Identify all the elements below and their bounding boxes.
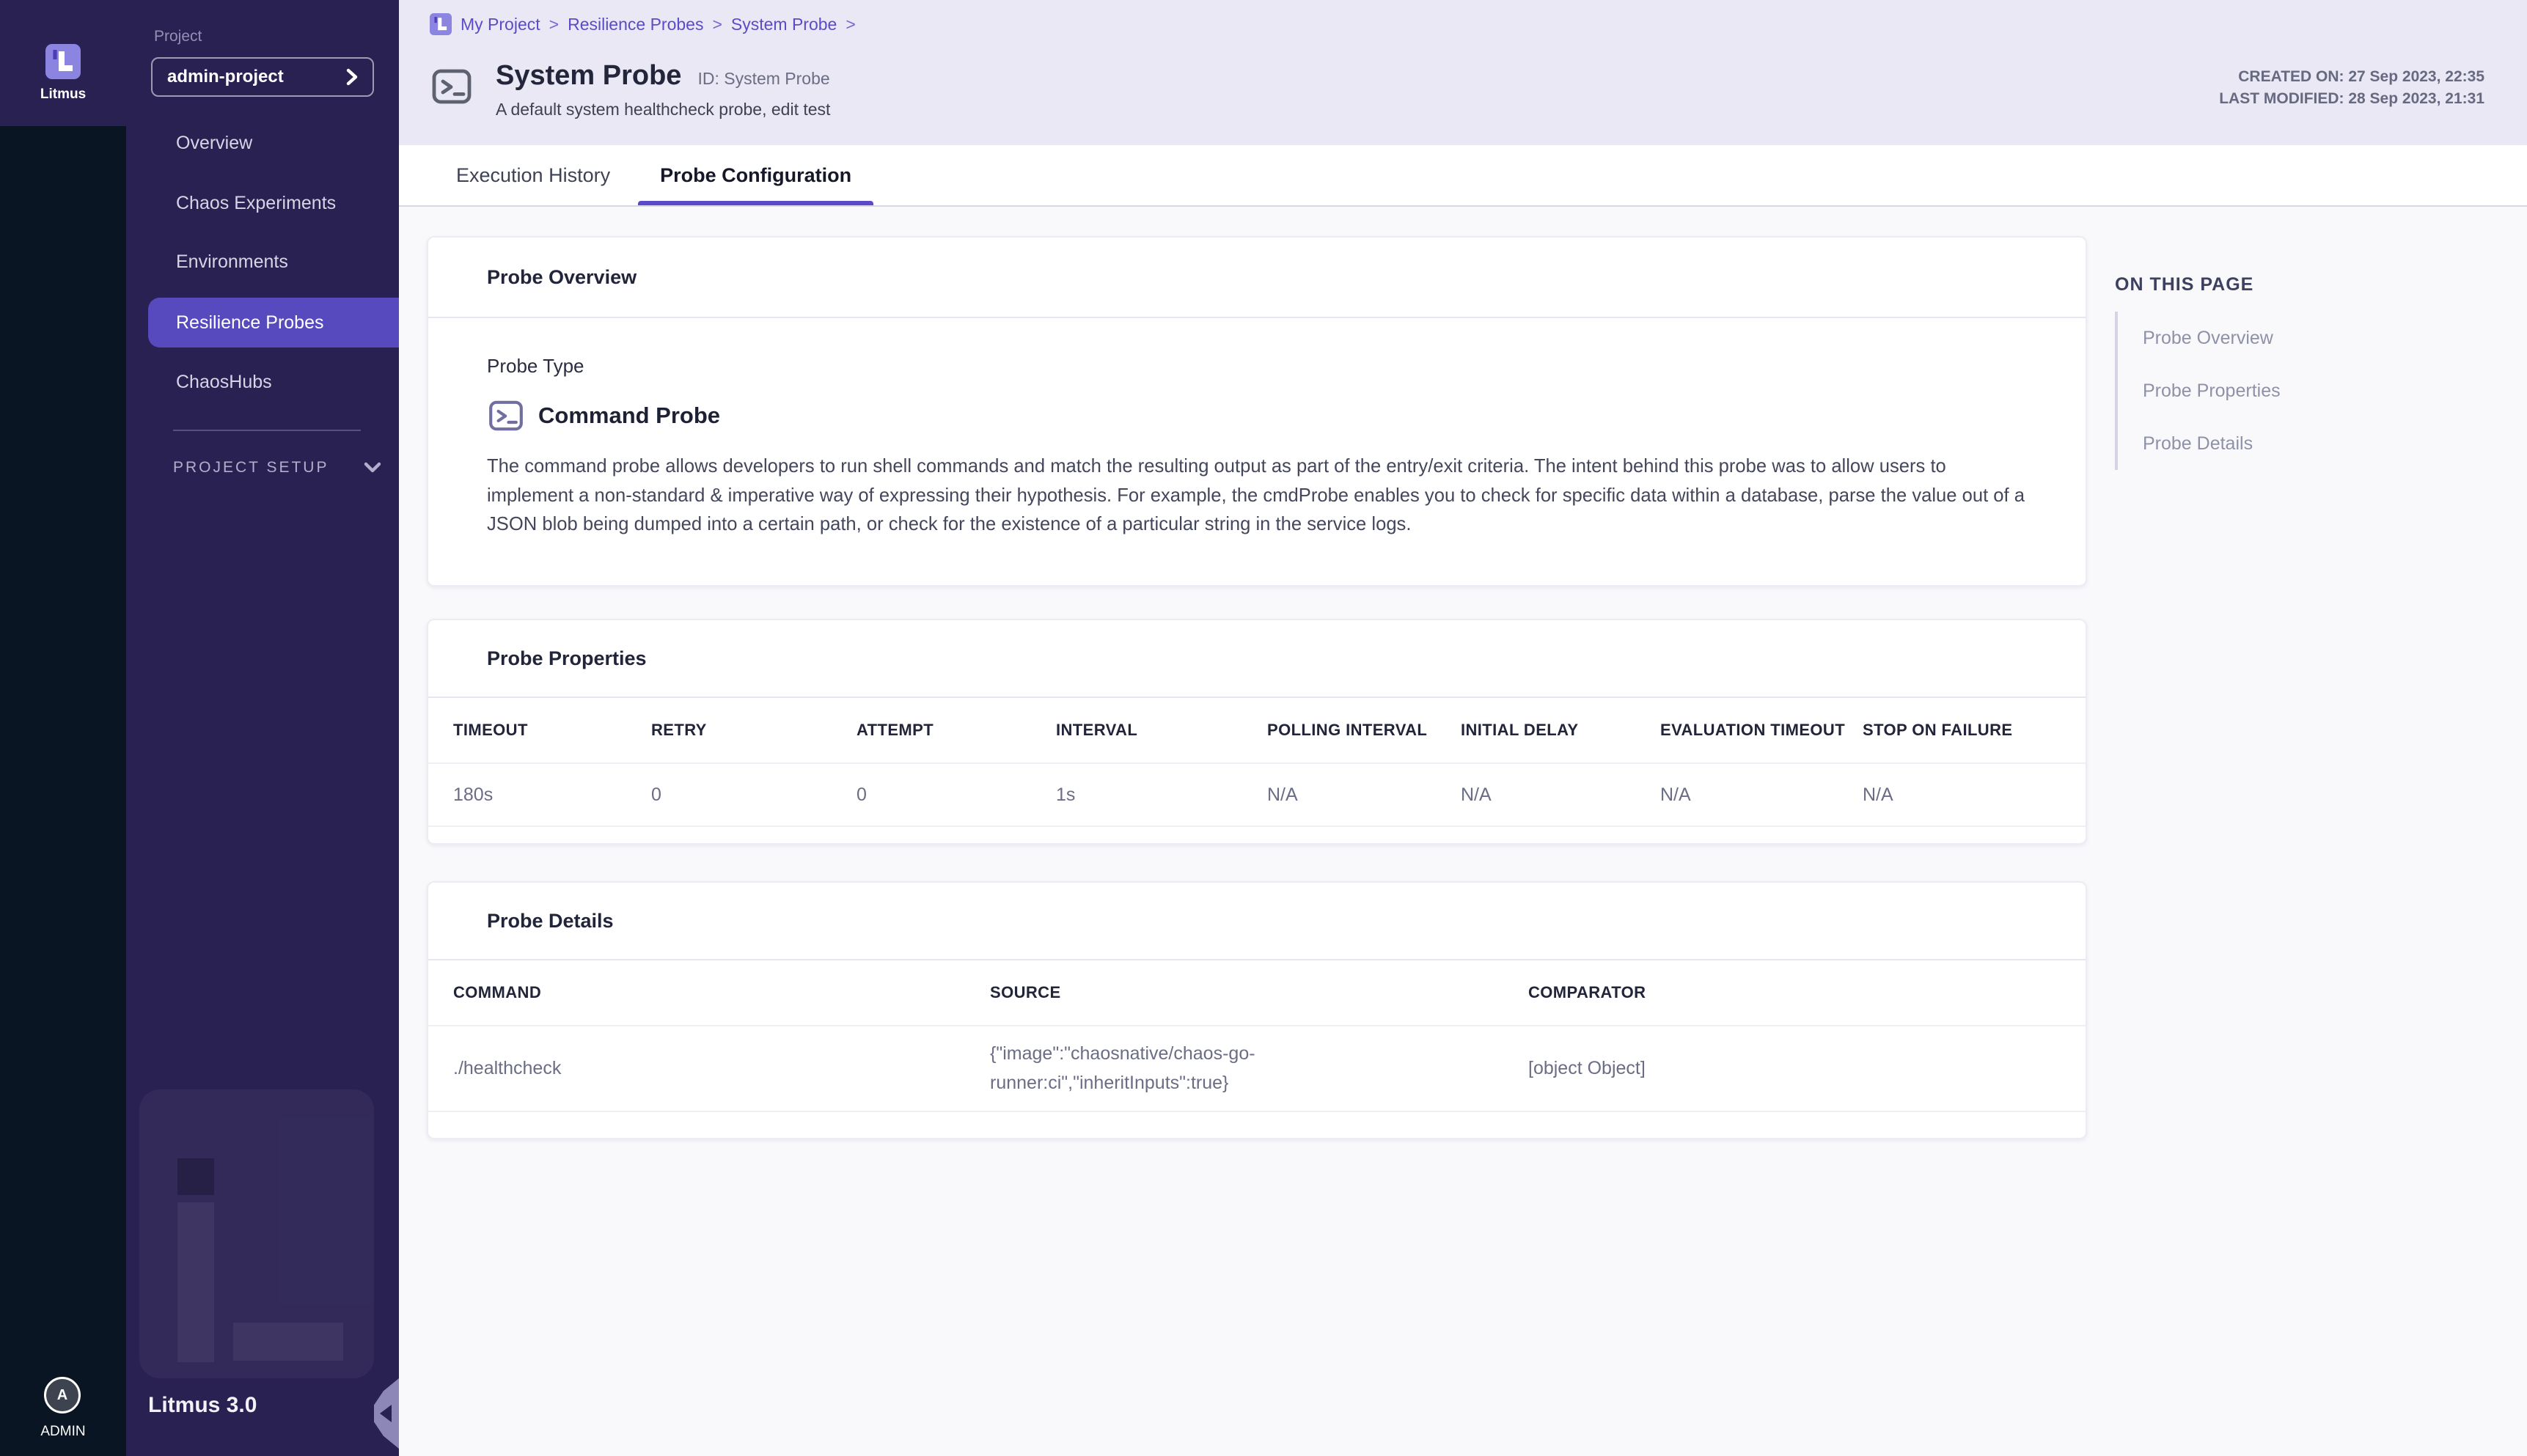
sidebar-item-chaoshubs[interactable]: ChaosHubs [126,352,399,412]
litmus-logo-icon[interactable] [45,44,81,79]
val-evaluation-timeout: N/A [1660,784,1863,806]
breadcrumb-separator: > [549,15,559,34]
val-initial-delay: N/A [1461,784,1660,806]
created-on: CREATED ON: 27 Sep 2023, 22:35 [2219,66,2484,88]
content-area: Probe Overview Probe Type Command Probe … [399,208,2527,1456]
project-setup-toggle[interactable]: PROJECT SETUP [173,459,381,477]
link-probe-properties[interactable]: Probe Properties [2143,364,2526,417]
on-this-page: ON THIS PAGE Probe Overview Probe Proper… [2115,274,2526,470]
col-stop-on-failure: STOP ON FAILURE [1863,721,2086,740]
page-header: My Project > Resilience Probes > System … [399,0,2527,145]
val-polling-interval: N/A [1267,784,1461,806]
avatar[interactable]: A [44,1377,81,1413]
litmus-watermark-logo [139,1089,374,1378]
probe-id: ID: System Probe [697,69,829,89]
sidebar-nav: Project admin-project Overview Chaos Exp… [126,0,399,1456]
col-evaluation-timeout: EVALUATION TIMEOUT [1660,721,1863,740]
litmus-app: Litmus Project admin-project Overview Ch… [0,0,2527,1456]
probe-type-value: Command Probe [538,402,720,429]
probe-details-card: Probe Details COMMAND SOURCE COMPARATOR … [427,881,2087,1139]
col-command: COMMAND [453,983,990,1002]
probe-overview-title: Probe Overview [428,238,2086,317]
tab-execution-history[interactable]: Execution History [431,145,635,205]
col-initial-delay: INITIAL DELAY [1461,721,1660,740]
sidebar: Litmus Project admin-project Overview Ch… [0,0,399,1456]
details-header-row: COMMAND SOURCE COMPARATOR [428,960,2086,1025]
chevron-right-icon [346,68,358,86]
tab-probe-configuration[interactable]: Probe Configuration [635,145,876,205]
col-comparator: COMPARATOR [1528,983,2086,1002]
sidebar-divider [173,430,361,431]
breadcrumb-separator: > [712,15,722,34]
user-label: ADMIN [0,1424,126,1440]
tab-bar: Execution History Probe Configuration [399,145,2527,207]
sidebar-item-environments[interactable]: Environments [126,232,399,292]
val-attempt: 0 [857,784,1056,806]
val-interval: 1s [1056,784,1267,806]
details-value-row: ./healthcheck {"image":"chaosnative/chao… [428,1026,2086,1111]
command-probe-icon [487,397,525,435]
breadcrumb: My Project > Resilience Probes > System … [430,13,856,35]
logo-label: Litmus [0,87,126,103]
val-retry: 0 [651,784,857,806]
col-interval: INTERVAL [1056,721,1267,740]
breadcrumb-system-probe[interactable]: System Probe [731,15,837,34]
col-timeout: TIMEOUT [453,721,651,740]
page-title: System Probe [496,60,681,92]
probe-type-label: Probe Type [487,355,2027,378]
collapse-left-icon [380,1405,392,1422]
val-comparator: [object Object] [1528,1058,2086,1079]
col-retry: RETRY [651,721,857,740]
on-this-page-title: ON THIS PAGE [2115,274,2526,295]
breadcrumb-resilience-probes[interactable]: Resilience Probes [568,15,703,34]
val-timeout: 180s [453,784,651,806]
col-polling-interval: POLLING INTERVAL [1267,721,1461,740]
sidebar-item-resilience-probes[interactable]: Resilience Probes [148,298,399,348]
properties-value-row: 180s 0 0 1s N/A N/A N/A N/A [428,764,2086,826]
properties-header-row: TIMEOUT RETRY ATTEMPT INTERVAL POLLING I… [428,698,2086,762]
sidebar-item-overview[interactable]: Overview [126,113,399,173]
link-probe-overview[interactable]: Probe Overview [2143,312,2526,364]
timestamps: CREATED ON: 27 Sep 2023, 22:35 LAST MODI… [2219,66,2484,110]
sidebar-item-chaos-experiments[interactable]: Chaos Experiments [126,173,399,233]
last-modified: LAST MODIFIED: 28 Sep 2023, 21:31 [2219,88,2484,110]
project-select[interactable]: admin-project [151,57,374,97]
chevron-down-icon [364,462,381,474]
probe-type-description: The command probe allows developers to r… [487,452,2027,540]
probe-details-title: Probe Details [428,883,2086,959]
breadcrumb-my-project[interactable]: My Project [461,15,540,34]
version-label: Litmus 3.0 [148,1393,257,1418]
avatar-letter: A [57,1387,67,1404]
breadcrumb-separator: > [846,15,855,34]
val-stop-on-failure: N/A [1863,784,2086,806]
terminal-icon [430,65,474,109]
probe-subtitle: A default system healthcheck probe, edit… [496,100,830,120]
project-label: Project [154,28,202,45]
probe-overview-card: Probe Overview Probe Type Command Probe … [427,236,2087,587]
col-source: SOURCE [990,983,1528,1002]
val-command: ./healthcheck [453,1058,990,1079]
sidebar-rail [0,126,126,1456]
breadcrumb-logo-icon [430,13,452,35]
project-select-value: admin-project [167,67,284,87]
project-setup-label: PROJECT SETUP [173,459,329,477]
probe-properties-card: Probe Properties TIMEOUT RETRY ATTEMPT I… [427,619,2087,845]
probe-properties-title: Probe Properties [428,620,2086,696]
val-source: {"image":"chaosnative/chaos-go-runner:ci… [990,1026,1320,1111]
col-attempt: ATTEMPT [857,721,1056,740]
link-probe-details[interactable]: Probe Details [2143,417,2526,470]
